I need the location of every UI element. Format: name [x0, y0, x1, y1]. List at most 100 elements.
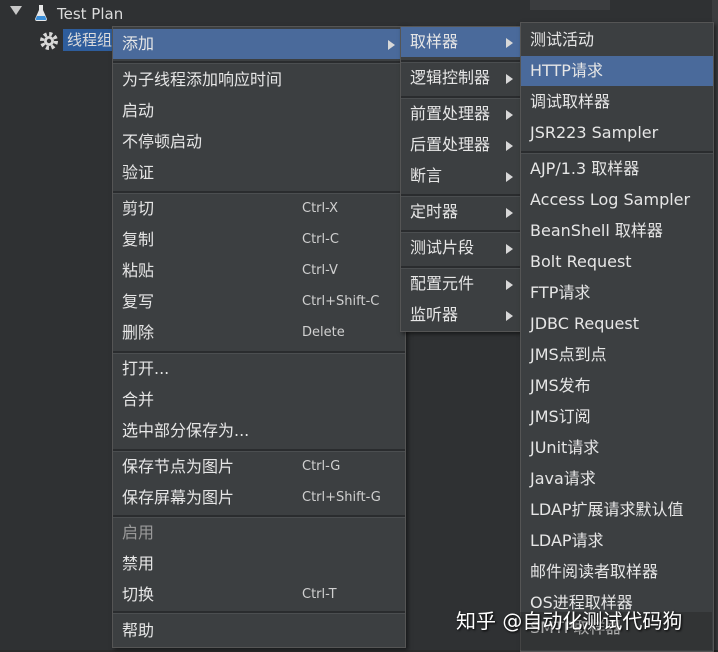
submenu-arrow-icon: [388, 40, 395, 50]
m2-item-0-item[interactable]: 取样器: [401, 27, 523, 57]
m1-item-18-item[interactable]: 帮助: [113, 616, 405, 646]
menu-item-label: 保存节点为图片: [122, 457, 235, 476]
menu-item-shortcut: Ctrl-C: [302, 232, 339, 247]
m2-item-1-item[interactable]: 逻辑控制器: [401, 63, 523, 93]
menu-item-label: Access Log Sampler: [530, 190, 691, 209]
m1-item-9-item[interactable]: 删除 Delete: [113, 318, 405, 348]
menu-item-label: 逻辑控制器: [410, 68, 491, 87]
m1-item-0-item[interactable]: 添加: [113, 29, 405, 59]
m3-item-0-item[interactable]: 测试活动: [521, 25, 713, 55]
m3-item-8-ftp[interactable]: FTP请求: [521, 278, 713, 308]
m1-item-15-item[interactable]: 启用: [113, 518, 405, 548]
test-plan-flask-icon: [35, 5, 47, 21]
m3-item-15-ldap[interactable]: LDAP扩展请求默认值: [521, 495, 713, 525]
m2-item-4-item[interactable]: 断言: [401, 161, 523, 191]
menu-item-label: AJP/1.3 取样器: [530, 159, 640, 178]
m3-item-9-jdbc-request[interactable]: JDBC Request: [521, 309, 713, 339]
m2-item-2-item[interactable]: 前置处理器: [401, 99, 523, 129]
menu-separator: [113, 449, 405, 452]
m1-item-12-item[interactable]: 选中部分保存为...: [113, 416, 405, 446]
context-menu: 添加为子线程添加响应时间 启动 不停顿启动 验证剪切 Ctrl-X 复制 Ctrl-C 粘贴 C…: [112, 26, 406, 648]
m1-item-13-item[interactable]: 保存节点为图片 Ctrl-G: [113, 452, 405, 482]
m1-item-3-item[interactable]: 不停顿启动: [113, 127, 405, 157]
m2-item-8-item[interactable]: 监听器: [401, 300, 523, 330]
collapse-triangle-icon[interactable]: [10, 6, 22, 15]
menu-item-label: 打开...: [122, 359, 170, 378]
menu-item-label: FTP请求: [530, 283, 591, 302]
gear-icon: [40, 32, 58, 50]
m1-item-10-item[interactable]: 打开...: [113, 354, 405, 384]
menu-item-label: HTTP请求: [530, 61, 603, 80]
m3-item-2-item[interactable]: 调试取样器: [521, 87, 713, 117]
m2-item-7-item[interactable]: 配置元件: [401, 269, 523, 299]
menu-separator: [401, 230, 523, 233]
m3-item-12-jms[interactable]: JMS订阅: [521, 402, 713, 432]
m3-item-16-ldap[interactable]: LDAP请求: [521, 526, 713, 556]
m1-item-8-item[interactable]: 复写 Ctrl+Shift-C: [113, 287, 405, 317]
m2-item-3-item[interactable]: 后置处理器: [401, 130, 523, 160]
m1-item-2-item[interactable]: 启动: [113, 96, 405, 126]
submenu-arrow-icon: [506, 74, 513, 84]
tree-node-thread-group[interactable]: 线程组: [0, 29, 120, 51]
m2-item-6-item[interactable]: 测试片段: [401, 233, 523, 263]
menu-separator: [401, 266, 523, 269]
m3-item-10-jms[interactable]: JMS点到点: [521, 340, 713, 370]
watermark-text: 知乎 @自动化测试代码狗: [456, 609, 683, 633]
m2-item-5-item[interactable]: 定时器: [401, 197, 523, 227]
menu-separator: [113, 515, 405, 518]
menu-item-label: JSR223 Sampler: [530, 123, 659, 142]
m3-item-4-ajp-1-3[interactable]: AJP/1.3 取样器: [521, 154, 713, 184]
menu-item-label: 调试取样器: [530, 92, 611, 111]
tree-node-label: Test Plan: [57, 5, 124, 23]
menu-item-label: JMS发布: [530, 376, 591, 395]
menu-item-label: 复制: [122, 230, 155, 249]
menu-separator: [113, 191, 405, 194]
submenu-arrow-icon: [506, 38, 513, 48]
menu-item-label: 邮件阅读者取样器: [530, 562, 659, 581]
menu-item-label: 定时器: [410, 202, 459, 221]
tree-node-test-plan[interactable]: Test Plan: [0, 3, 300, 25]
m3-item-14-java[interactable]: Java请求: [521, 464, 713, 494]
m1-item-1-item[interactable]: 为子线程添加响应时间: [113, 65, 405, 95]
menu-item-shortcut: Ctrl-G: [302, 459, 341, 474]
add-submenu: 取样器逻辑控制器前置处理器后置处理器断言定时器测试片段配置元件监听器: [400, 26, 524, 332]
m3-item-17-item[interactable]: 邮件阅读者取样器: [521, 557, 713, 587]
m3-item-3-jsr223-sampler[interactable]: JSR223 Sampler: [521, 118, 713, 148]
menu-item-label: 剪切: [122, 199, 155, 218]
m3-item-13-junit[interactable]: JUnit请求: [521, 433, 713, 463]
submenu-arrow-icon: [506, 141, 513, 151]
menu-item-label: 后置处理器: [410, 135, 491, 154]
m1-item-5-item[interactable]: 剪切 Ctrl-X: [113, 194, 405, 224]
menu-item-label: LDAP请求: [530, 531, 604, 550]
menu-item-label: 断言: [410, 166, 443, 185]
m3-item-5-access-log-sampler[interactable]: Access Log Sampler: [521, 185, 713, 215]
m1-item-6-item[interactable]: 复制 Ctrl-C: [113, 225, 405, 255]
m3-item-6-beanshell[interactable]: BeanShell 取样器: [521, 216, 713, 246]
m1-item-14-item[interactable]: 保存屏幕为图片 Ctrl+Shift-G: [113, 483, 405, 513]
menu-item-label: LDAP扩展请求默认值: [530, 500, 684, 519]
menu-item-label: 前置处理器: [410, 104, 491, 123]
m1-item-4-item[interactable]: 验证: [113, 158, 405, 188]
menu-separator: [113, 61, 405, 64]
menu-item-shortcut: Ctrl-V: [302, 263, 338, 278]
menu-separator: [401, 60, 523, 63]
m3-item-1-http[interactable]: HTTP请求: [521, 56, 713, 86]
m1-item-17-item[interactable]: 切换 Ctrl-T: [113, 580, 405, 610]
submenu-arrow-icon: [506, 311, 513, 321]
m1-item-16-item[interactable]: 禁用: [113, 549, 405, 579]
menu-item-label: JMS点到点: [530, 345, 607, 364]
menu-item-shortcut: Delete: [302, 325, 345, 340]
m3-item-7-bolt-request[interactable]: Bolt Request: [521, 247, 713, 277]
menu-item-label: 监听器: [410, 305, 459, 324]
menu-item-label: 保存屏幕为图片: [122, 488, 235, 507]
m1-item-11-item[interactable]: 合并: [113, 385, 405, 415]
m3-item-11-jms[interactable]: JMS发布: [521, 371, 713, 401]
menu-item-label: BeanShell 取样器: [530, 221, 663, 240]
submenu-arrow-icon: [506, 280, 513, 290]
menu-item-label: 切换: [122, 585, 155, 604]
m1-item-7-item[interactable]: 粘贴 Ctrl-V: [113, 256, 405, 286]
tree-node-label-selected: 线程组: [63, 29, 117, 51]
menu-separator: [113, 611, 405, 614]
menu-item-label: 删除: [122, 323, 155, 342]
menu-item-label: 禁用: [122, 554, 155, 573]
